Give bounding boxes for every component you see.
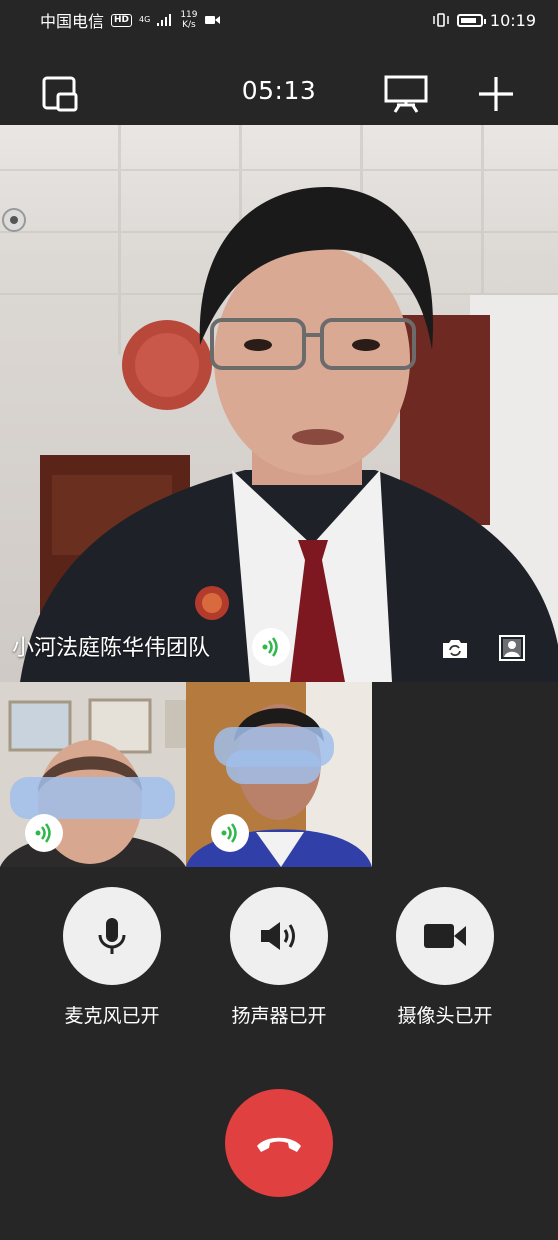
call-top-bar: 05:13 [0,62,558,126]
video-camera-icon [424,924,466,948]
participant-tile-2[interactable] [186,682,372,867]
camera-label: 摄像头已开 [397,1005,493,1027]
mic-control: 麦克风已开 [57,887,167,1028]
hd-badge: HD [111,13,133,27]
speaker-toggle-button[interactable] [230,887,328,985]
speaker-label: 扬声器已开 [231,1005,327,1027]
video-call-status-icon [204,16,220,24]
participant-tile-1[interactable] [0,682,186,867]
clock: 10:19 [489,10,536,30]
battery-tip [483,18,486,24]
mic-label: 麦克风已开 [64,1005,160,1027]
call-timer: 05:13 [241,76,317,105]
speaking-icon [221,823,237,843]
status-right: 10:19 [432,11,536,30]
participant-1-speaking-indicator [25,814,63,852]
camera-control: 摄像头已开 [390,887,500,1028]
battery-icon [456,13,486,27]
speed-value: 119 [180,10,198,20]
battery-fill [460,17,476,23]
main-video-tile[interactable]: 小河法庭陈华伟团队 [0,125,558,682]
plus-icon [479,77,513,111]
signal-icon [157,14,172,26]
camera-toggle-button[interactable] [396,887,494,985]
face-blur-overlay [10,777,175,819]
vibrate-icon [433,13,449,27]
speaker-icon [261,922,295,950]
status-left: 中国电信 HD 4G 119 K/s [40,8,221,32]
switch-camera-button[interactable] [441,637,469,665]
network-type: 4G [139,16,150,24]
microphone-icon [98,918,126,954]
switch-camera-icon [443,640,467,658]
portrait-background-icon [499,635,525,661]
speaking-icon [35,823,51,843]
network-type-label: 4G [139,15,151,24]
hang-up-button[interactable] [225,1089,333,1197]
screen-share-button[interactable] [383,74,429,118]
carrier-name: 中国电信 [40,12,105,31]
main-participant-name: 小河法庭陈华伟团队 [12,636,211,661]
main-speaking-indicator [252,628,290,666]
face-blur-overlay-2 [226,750,321,784]
speed-unit: K/s [182,20,196,30]
add-participant-button[interactable] [476,74,516,118]
background-blur-button[interactable] [498,634,526,666]
mic-toggle-button[interactable] [63,887,161,985]
main-video-feed [2,186,558,682]
speaker-control: 扬声器已开 [224,887,334,1028]
network-speed: 119 K/s [180,10,197,30]
participant-2-speaking-indicator [211,814,249,852]
screen-share-icon [384,75,428,113]
hang-up-icon [257,1137,301,1152]
speaking-icon [262,637,278,657]
status-bar: 中国电信 HD 4G 119 K/s 10:19 [0,0,558,40]
